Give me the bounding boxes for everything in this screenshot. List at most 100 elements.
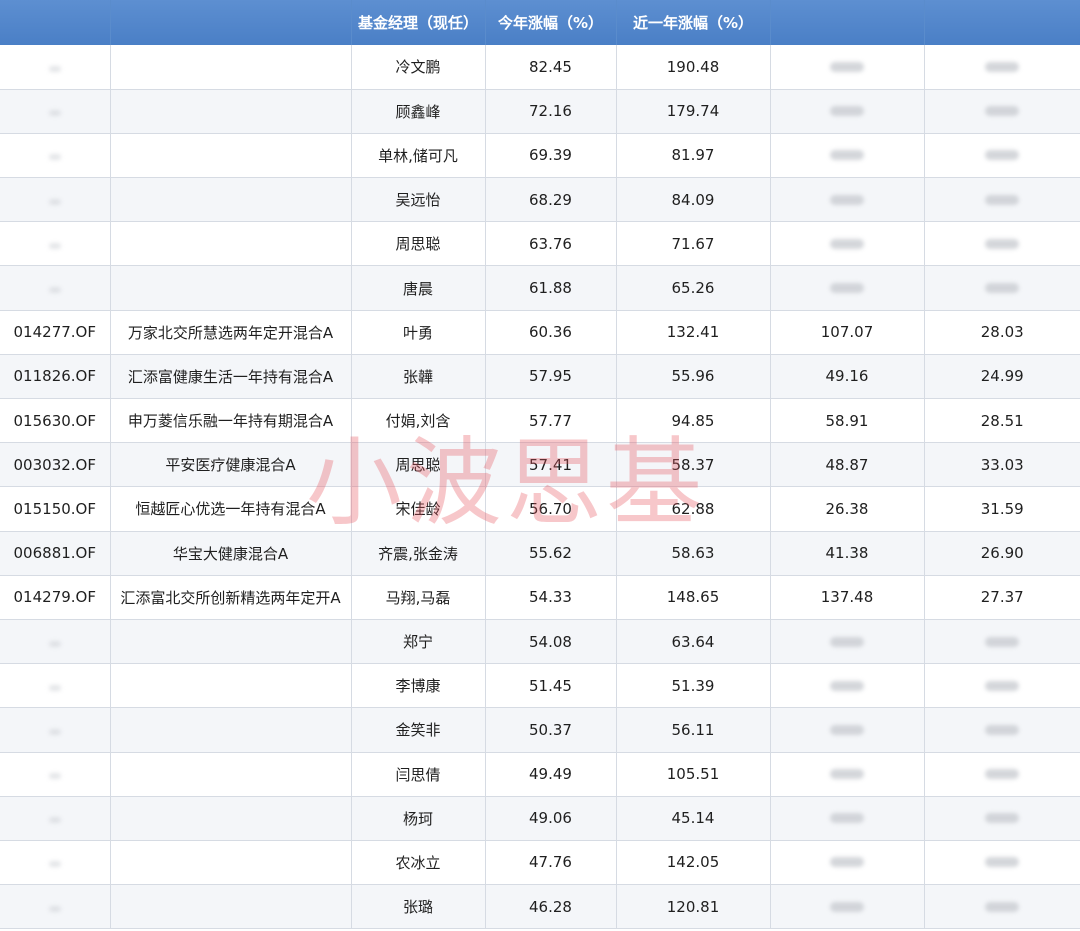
- header-col-5: [770, 0, 925, 45]
- manager-cell: 张韡: [351, 354, 486, 400]
- redacted-mark: [985, 857, 1020, 868]
- redacted-mark: [48, 198, 61, 205]
- one-year-return-cell: 132.41: [616, 310, 771, 355]
- col5-value-cell: [770, 619, 925, 665]
- fund-name-cell: [110, 89, 352, 134]
- table-row: 唐晨 61.88 65.26: [0, 265, 1080, 311]
- ytd-return-cell: 54.33: [485, 575, 617, 620]
- one-year-return-cell: 179.74: [616, 89, 771, 134]
- ytd-return-cell: 61.88: [485, 265, 617, 311]
- redacted-mark: [985, 813, 1020, 824]
- col5-value-cell: 49.16: [770, 354, 925, 400]
- manager-cell: 张璐: [351, 884, 486, 930]
- ytd-return-cell: 57.77: [485, 398, 617, 444]
- col6-value-cell: [924, 663, 1080, 709]
- fund-name-cell: 恒越匠心优选一年持有混合A: [110, 486, 352, 532]
- manager-cell: 郑宁: [351, 619, 486, 665]
- col5-value-cell: [770, 45, 925, 90]
- one-year-return-cell: 94.85: [616, 398, 771, 444]
- manager-cell: 宋佳龄: [351, 486, 486, 532]
- header-row: 基金经理（现任） 今年涨幅（%） 近一年涨幅（%）: [0, 0, 1080, 45]
- fund-name-cell: [110, 752, 352, 797]
- redacted-mark: [830, 636, 864, 647]
- header-code: [0, 0, 111, 45]
- ytd-return-cell: 46.28: [485, 884, 617, 930]
- redacted-mark: [985, 194, 1020, 205]
- redacted-mark: [830, 150, 864, 161]
- table-row: 吴远怡 68.29 84.09: [0, 177, 1080, 223]
- fund-code-cell: [0, 884, 111, 930]
- redacted-mark: [48, 640, 61, 647]
- manager-cell: 吴远怡: [351, 177, 486, 223]
- fund-name-cell: [110, 796, 352, 841]
- col5-value-cell: [770, 663, 925, 709]
- one-year-return-cell: 56.11: [616, 707, 771, 753]
- redacted-mark: [830, 724, 864, 735]
- fund-code-cell: [0, 840, 111, 886]
- manager-cell: 马翔,马磊: [351, 575, 486, 620]
- ytd-return-cell: 57.41: [485, 442, 617, 488]
- redacted-mark: [985, 150, 1020, 161]
- one-year-return-cell: 148.65: [616, 575, 771, 620]
- ytd-return-cell: 47.76: [485, 840, 617, 886]
- col5-value-cell: [770, 133, 925, 179]
- table-row: 014277.OF 万家北交所慧选两年定开混合A 叶勇 60.36 132.41 107.…: [0, 310, 1080, 355]
- col6-value-cell: 31.59: [924, 486, 1080, 532]
- col6-value-cell: 28.03: [924, 310, 1080, 355]
- ytd-return-cell: 82.45: [485, 45, 617, 90]
- table-row: 015630.OF 申万菱信乐融一年持有期混合A 付娟,刘含 57.77 94.85 58…: [0, 398, 1080, 444]
- ytd-return-cell: 57.95: [485, 354, 617, 400]
- one-year-return-cell: 65.26: [616, 265, 771, 311]
- fund-name-cell: 平安医疗健康混合A: [110, 442, 352, 488]
- fund-name-cell: [110, 663, 352, 709]
- table-row: 闫思倩 49.49 105.51: [0, 752, 1080, 797]
- fund-code-cell: 011826.OF: [0, 354, 111, 400]
- table-row: 杨珂 49.06 45.14: [0, 796, 1080, 841]
- col6-value-cell: [924, 221, 1080, 267]
- one-year-return-cell: 63.64: [616, 619, 771, 665]
- fund-code-cell: [0, 45, 111, 90]
- col5-value-cell: 48.87: [770, 442, 925, 488]
- redacted-mark: [830, 680, 864, 691]
- ytd-return-cell: 63.76: [485, 221, 617, 267]
- fund-code-cell: 014277.OF: [0, 310, 111, 355]
- col5-value-cell: 107.07: [770, 310, 925, 355]
- redacted-mark: [830, 106, 864, 117]
- one-year-return-cell: 45.14: [616, 796, 771, 841]
- redacted-mark: [48, 684, 61, 691]
- redacted-mark: [985, 724, 1020, 735]
- col6-value-cell: [924, 133, 1080, 179]
- fund-name-cell: 申万菱信乐融一年持有期混合A: [110, 398, 352, 444]
- col5-value-cell: 137.48: [770, 575, 925, 620]
- fund-code-cell: [0, 663, 111, 709]
- fund-code-cell: [0, 619, 111, 665]
- redacted-mark: [830, 813, 864, 824]
- redacted-mark: [985, 901, 1020, 912]
- ytd-return-cell: 56.70: [485, 486, 617, 532]
- fund-name-cell: [110, 840, 352, 886]
- fund-name-cell: [110, 221, 352, 267]
- header-col-6: [924, 0, 1080, 45]
- table-row: 冷文鹏 82.45 190.48: [0, 45, 1080, 90]
- ytd-return-cell: 50.37: [485, 707, 617, 753]
- col6-value-cell: [924, 884, 1080, 930]
- table-row: 郑宁 54.08 63.64: [0, 619, 1080, 665]
- table-row: 011826.OF 汇添富健康生活一年持有混合A 张韡 57.95 55.96 49.16…: [0, 354, 1080, 400]
- fund-code-cell: 014279.OF: [0, 575, 111, 620]
- redacted-mark: [985, 680, 1020, 691]
- redacted-mark: [985, 106, 1020, 117]
- ytd-return-cell: 68.29: [485, 177, 617, 223]
- manager-cell: 冷文鹏: [351, 45, 486, 90]
- col6-value-cell: [924, 796, 1080, 841]
- one-year-return-cell: 105.51: [616, 752, 771, 797]
- col5-value-cell: [770, 884, 925, 930]
- col6-value-cell: 24.99: [924, 354, 1080, 400]
- redacted-mark: [985, 769, 1020, 780]
- table-row: 015150.OF 恒越匠心优选一年持有混合A 宋佳龄 56.70 62.88 26.38…: [0, 486, 1080, 532]
- fund-name-cell: 万家北交所慧选两年定开混合A: [110, 310, 352, 355]
- fund-name-cell: [110, 133, 352, 179]
- fund-ranking-table: 基金经理（现任） 今年涨幅（%） 近一年涨幅（%） 冷文鹏 82.45 190.48…: [0, 0, 1080, 930]
- col5-value-cell: [770, 89, 925, 134]
- ytd-return-cell: 60.36: [485, 310, 617, 355]
- fund-code-cell: [0, 752, 111, 797]
